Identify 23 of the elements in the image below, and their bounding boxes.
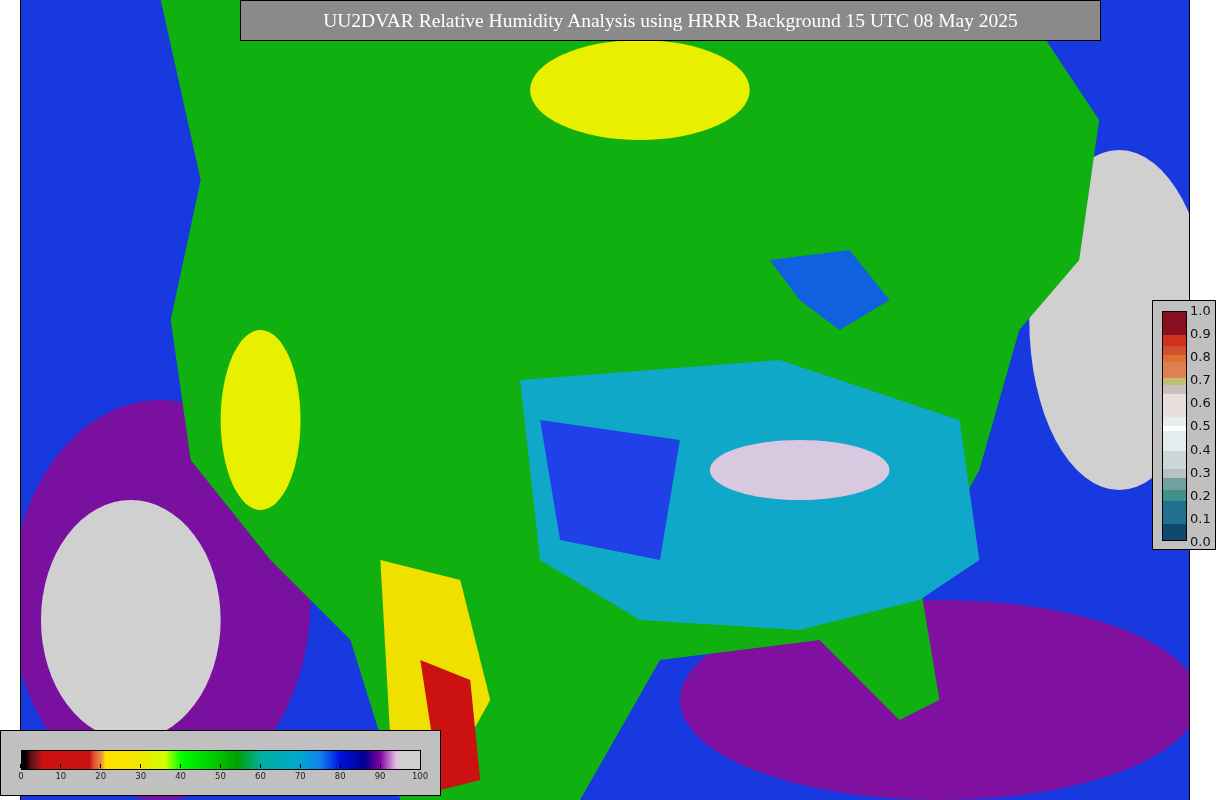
tick-label: 50 [215, 772, 226, 781]
tick-label: 0.6 [1190, 396, 1211, 410]
tick-label: 80 [334, 772, 346, 781]
tick-label: 0.7 [1190, 373, 1211, 387]
tick-label: 0.1 [1190, 511, 1211, 525]
tick-label: 0 [18, 772, 24, 781]
tick-label: 30 [135, 772, 147, 781]
map-title: UU2DVAR Relative Humidity Analysis using HRRR Background 15 UTC 08 May 2025 [323, 8, 1018, 33]
tick-label: 0.0 [1190, 534, 1211, 548]
tick-label: 60 [254, 772, 266, 781]
tick-label: 0.2 [1190, 488, 1211, 502]
tick-label: 0.9 [1190, 327, 1211, 341]
tick-label: 0.4 [1190, 442, 1211, 456]
tick-label: 20 [95, 772, 107, 781]
tick-label: 1.0 [1190, 304, 1211, 317]
tick-label: 40 [175, 772, 186, 781]
tick-label: 0.8 [1190, 350, 1211, 364]
tick-label: 0.5 [1190, 419, 1211, 433]
tick-label: 90 [374, 772, 386, 781]
tick-label: 100 [411, 772, 429, 781]
tick-label: 10 [55, 772, 67, 781]
tick-label: 0.3 [1190, 465, 1211, 479]
tick-label: 70 [294, 772, 306, 781]
